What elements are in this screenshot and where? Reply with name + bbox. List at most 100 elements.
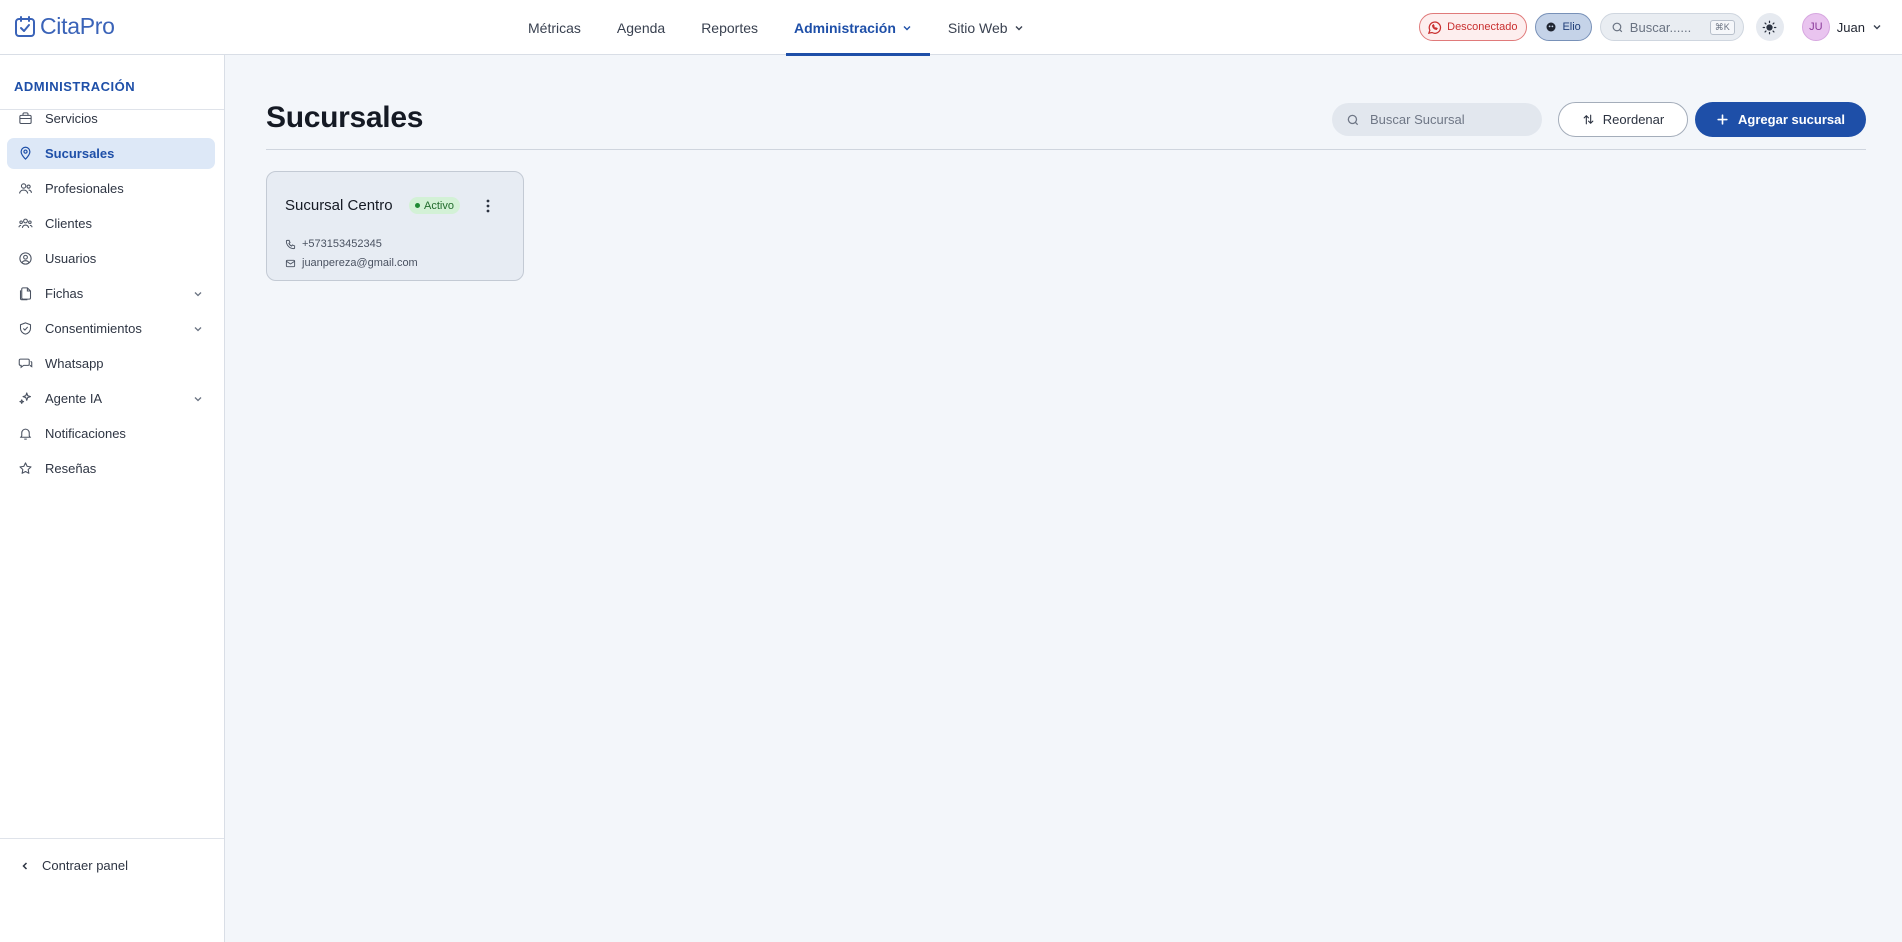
main-nav: Métricas Agenda Reportes Administración … xyxy=(510,0,1042,56)
sidebar-item-fichas[interactable]: Fichas xyxy=(7,278,215,309)
contacts-icon xyxy=(18,218,33,228)
user-name: Juan xyxy=(1836,19,1865,35)
whatsapp-status-pill[interactable]: Desconectado xyxy=(1419,13,1528,41)
global-search-placeholder: Buscar...... xyxy=(1629,19,1692,35)
nav-agenda[interactable]: Agenda xyxy=(599,0,683,55)
nav-label: Métricas xyxy=(528,19,581,36)
avatar: JU xyxy=(1801,13,1830,41)
branch-email-text: juanpereza@gmail.com xyxy=(302,257,418,269)
theme-toggle-button[interactable] xyxy=(1755,13,1784,41)
sidebar-item-clientes[interactable]: Clientes xyxy=(7,208,215,239)
chevron-down-icon xyxy=(1873,25,1881,30)
sidebar-item-label: Clientes xyxy=(45,216,92,231)
nav-metricas[interactable]: Métricas xyxy=(510,0,599,55)
nav-reportes[interactable]: Reportes xyxy=(683,0,776,55)
phone-icon xyxy=(285,239,296,249)
add-branch-button[interactable]: Agregar sucursal xyxy=(1695,102,1866,137)
chevron-down-icon xyxy=(903,25,911,30)
sidebar-item-notificaciones[interactable]: Notificaciones xyxy=(7,418,215,449)
shield-check-icon xyxy=(19,322,32,335)
bell-icon xyxy=(19,428,32,440)
sidebar-item-label: Notificaciones xyxy=(45,426,126,441)
branch-phone: +573153452345 xyxy=(285,238,382,250)
add-branch-label: Agregar sucursal xyxy=(1738,112,1845,127)
box-icon xyxy=(19,112,32,125)
mail-icon xyxy=(285,259,296,267)
chat-icon xyxy=(18,358,33,369)
sidebar-item-usuarios[interactable]: Usuarios xyxy=(7,243,215,274)
nav-administracion[interactable]: Administración xyxy=(776,0,930,56)
map-pin-icon xyxy=(20,146,31,160)
chevron-down-icon xyxy=(194,291,202,296)
more-options-button[interactable] xyxy=(480,196,496,216)
search-icon xyxy=(1612,22,1623,32)
sidebar-section-title: ADMINISTRACIÓN xyxy=(14,79,136,94)
search-icon xyxy=(1347,114,1359,125)
sparkles-icon xyxy=(19,392,32,405)
sidebar-item-sucursales[interactable]: Sucursales xyxy=(7,138,215,169)
status-text: Activo xyxy=(424,199,454,212)
nav-sitio-web[interactable]: Sitio Web xyxy=(930,0,1042,55)
sidebar-item-profesionales[interactable]: Profesionales xyxy=(7,173,215,204)
sidebar-nav: Servicios Sucursales Profesionales Clien… xyxy=(7,103,215,488)
sidebar-item-whatsapp[interactable]: Whatsapp xyxy=(7,348,215,379)
assistant-pill[interactable]: Elio xyxy=(1535,13,1592,41)
sidebar-item-servicios[interactable]: Servicios xyxy=(7,103,215,134)
user-menu[interactable]: JU Juan xyxy=(1801,13,1882,41)
sidebar-item-label: Servicios xyxy=(45,111,98,126)
plus-icon xyxy=(1717,114,1728,125)
app-logo[interactable]: CitaPro xyxy=(13,13,115,40)
user-circle-icon xyxy=(19,252,32,265)
chevron-left-icon xyxy=(22,861,28,870)
branch-email: juanpereza@gmail.com xyxy=(285,257,418,269)
sidebar-item-label: Sucursales xyxy=(45,146,115,161)
app-name: CitaPro xyxy=(40,13,115,39)
sidebar-item-label: Whatsapp xyxy=(45,356,104,371)
star-icon xyxy=(19,462,32,474)
sidebar-item-label: Reseñas xyxy=(45,461,97,476)
chevron-down-icon xyxy=(194,396,202,401)
branch-search-input[interactable]: Buscar Sucursal xyxy=(1332,103,1542,136)
calendar-check-icon xyxy=(15,15,35,37)
branch-name: Sucursal Centro xyxy=(285,197,393,214)
sidebar-item-label: Fichas xyxy=(45,286,84,301)
files-icon xyxy=(19,287,32,301)
sidebar-item-label: Consentimientos xyxy=(45,321,142,336)
nav-label: Agenda xyxy=(616,19,666,36)
whatsapp-icon xyxy=(1428,20,1442,34)
chevron-down-icon xyxy=(1015,25,1023,30)
top-actions: Desconectado Elio Buscar...... ⌘K JU Jua… xyxy=(1419,13,1882,41)
branch-search-placeholder: Buscar Sucursal xyxy=(1370,112,1465,127)
reorder-button[interactable]: Reordenar xyxy=(1558,102,1688,137)
search-shortcut: ⌘K xyxy=(1709,19,1735,35)
chevron-down-icon xyxy=(194,326,202,331)
nav-label: Sitio Web xyxy=(947,19,1008,36)
collapse-panel-label: Contraer panel xyxy=(42,858,128,873)
top-bar: CitaPro Métricas Agenda Reportes Adminis… xyxy=(0,0,1902,56)
branch-card[interactable]: Sucursal Centro Activo +573153452345 jua… xyxy=(266,171,524,281)
collapse-panel-button[interactable]: Contraer panel xyxy=(20,858,128,873)
nav-label: Reportes xyxy=(701,19,758,36)
divider xyxy=(0,838,224,839)
users-icon xyxy=(19,183,32,194)
more-vertical-icon xyxy=(486,199,490,213)
divider xyxy=(266,149,1866,150)
nav-label: Administración xyxy=(794,19,896,36)
sun-icon xyxy=(1762,20,1777,34)
sort-arrows-icon xyxy=(1583,114,1594,125)
sidebar-item-label: Profesionales xyxy=(45,181,124,196)
assistant-label: Elio xyxy=(1562,21,1581,33)
status-dot xyxy=(415,203,420,208)
sidebar-item-label: Usuarios xyxy=(45,251,97,266)
whatsapp-status-text: Desconectado xyxy=(1447,21,1518,33)
sidebar-item-resenas[interactable]: Reseñas xyxy=(7,453,215,484)
sidebar-item-agente-ia[interactable]: Agente IA xyxy=(7,383,215,414)
assistant-icon xyxy=(1546,22,1556,32)
status-badge: Activo xyxy=(409,197,460,214)
sidebar-item-label: Agente IA xyxy=(45,391,103,406)
sidebar-item-consentimientos[interactable]: Consentimientos xyxy=(7,313,215,344)
reorder-label: Reordenar xyxy=(1602,112,1665,127)
global-search[interactable]: Buscar...... ⌘K xyxy=(1599,13,1744,41)
page-title: Sucursales xyxy=(266,101,424,134)
branch-phone-text: +573153452345 xyxy=(302,238,382,250)
